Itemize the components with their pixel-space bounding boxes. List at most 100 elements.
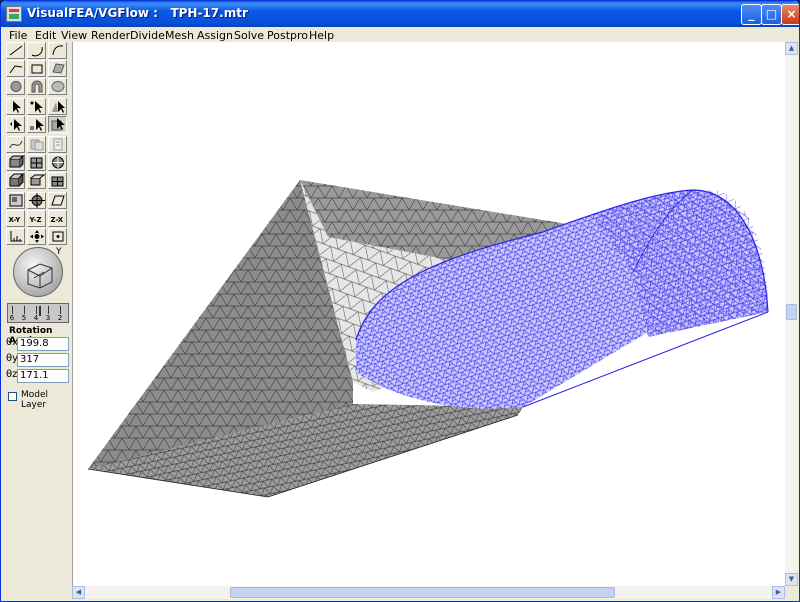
view-yz-button[interactable]: Y-Z	[27, 210, 46, 227]
vertical-scroll-thumb[interactable]	[786, 304, 797, 320]
model-layer-checkbox[interactable]	[8, 392, 17, 401]
perspective-icon	[51, 195, 65, 206]
view-yz-icon: Y-Z	[29, 216, 42, 224]
axis-y-label: Y	[56, 247, 62, 257]
menu-file[interactable]: File	[9, 29, 27, 42]
minimize-button[interactable]: _	[741, 4, 762, 25]
select-node-button[interactable]	[27, 98, 46, 115]
maximize-button[interactable]: □	[761, 4, 782, 25]
title-bar[interactable]: VisualFEA/VGFlow : TPH-17.mtr _ □ ×	[1, 1, 799, 27]
scroll-left-button[interactable]: ◀	[72, 586, 85, 599]
scroll-right-button[interactable]: ▶	[772, 586, 785, 599]
pan-button[interactable]	[27, 228, 46, 245]
mesh-block-icon	[9, 155, 24, 168]
document-button[interactable]	[48, 136, 67, 153]
pick-mesh-icon	[51, 118, 65, 131]
copy-geometry-button[interactable]	[27, 136, 46, 153]
scroll-down-button[interactable]: ▼	[785, 573, 798, 586]
extrude-button[interactable]	[6, 172, 25, 189]
arch-tool-button[interactable]	[27, 78, 46, 95]
angle-y-row: θy 317	[6, 353, 70, 367]
app-icon[interactable]	[6, 6, 22, 22]
slider-tick	[36, 306, 37, 314]
view-xy-button[interactable]: X-Y	[6, 210, 25, 227]
spline-icon	[9, 140, 23, 149]
scroll-up-button[interactable]: ▲	[785, 42, 798, 55]
zoom-fit-icon	[29, 193, 45, 208]
circle-tool-button[interactable]	[6, 78, 25, 95]
theta-x-input[interactable]: 199.8	[17, 337, 69, 351]
view-zx-button[interactable]: Z-X	[48, 210, 67, 227]
rectangle-tool-button[interactable]	[27, 60, 46, 77]
center-button[interactable]	[48, 228, 67, 245]
slider-tick	[60, 306, 61, 314]
horizontal-scroll-thumb[interactable]	[230, 587, 615, 598]
surface-tool-button[interactable]	[48, 60, 67, 77]
polyline-icon	[9, 65, 23, 74]
copy-icon	[30, 139, 44, 151]
mesh-grid-button[interactable]	[27, 154, 46, 171]
theta-y-input[interactable]: 317	[17, 353, 69, 367]
perspective-button[interactable]	[48, 192, 67, 209]
theta-z-input[interactable]: 171.1	[17, 369, 69, 383]
window-title: VisualFEA/VGFlow : TPH-17.mtr	[27, 6, 248, 20]
arch-icon	[31, 80, 43, 93]
select-arrow-icon	[13, 101, 21, 113]
rectangle-icon	[31, 64, 43, 74]
rotation-slider[interactable]: 6 5 4 3 2	[7, 303, 69, 323]
axes-button[interactable]	[6, 228, 25, 245]
zoom-window-icon	[9, 194, 23, 207]
slider-tick-label: 3	[45, 314, 51, 322]
scroll-corner	[785, 586, 798, 599]
tool-panel: X-Y Y-Z Z-X Y 6 5 4 3 2 Rotation θx 199.…	[4, 42, 71, 600]
sweep-button[interactable]	[27, 172, 46, 189]
line-icon	[9, 45, 23, 56]
select-region-button[interactable]	[48, 98, 67, 115]
move-select-button[interactable]	[6, 116, 25, 133]
model-viewport[interactable]	[72, 42, 785, 586]
document-icon	[53, 138, 63, 151]
vertical-scrollbar[interactable]: ▲ ▼	[785, 42, 798, 586]
mesh-grid-icon	[30, 157, 43, 169]
mesh-refine-button[interactable]	[48, 154, 67, 171]
sphere-tool-button[interactable]	[48, 78, 67, 95]
curve-icon	[52, 45, 64, 56]
mesh-block-button[interactable]	[6, 154, 25, 171]
slider-tick	[24, 306, 25, 314]
pan-icon	[30, 230, 44, 243]
select-button[interactable]	[6, 98, 25, 115]
svg-text:Y-Z: Y-Z	[29, 216, 42, 224]
menu-mesh[interactable]: Mesh	[165, 29, 194, 42]
menu-help[interactable]: Help	[309, 29, 334, 42]
move-arrow-icon	[10, 119, 22, 131]
pick-mesh-button[interactable]	[48, 116, 67, 133]
menu-divide[interactable]: Divide	[130, 29, 165, 42]
svg-text:X-Y: X-Y	[9, 216, 22, 224]
surface-icon	[52, 63, 65, 74]
horizontal-scrollbar[interactable]: ◀ ▶	[72, 586, 785, 599]
menu-solve[interactable]: Solve	[234, 29, 264, 42]
line-tool-button[interactable]	[6, 42, 25, 59]
arc-icon	[31, 46, 43, 57]
menu-edit[interactable]: Edit	[35, 29, 56, 42]
menu-assign[interactable]: Assign	[197, 29, 233, 42]
slider-tick-label: 6	[9, 314, 15, 322]
menu-postpro[interactable]: Postpro	[267, 29, 308, 42]
extrude-icon	[9, 173, 24, 187]
arc-tool-button[interactable]	[27, 42, 46, 59]
pick-arrow-icon	[30, 119, 44, 131]
revolve-icon	[51, 176, 64, 187]
revolve-button[interactable]	[48, 172, 67, 189]
menu-view[interactable]: View	[61, 29, 87, 42]
spline-button[interactable]	[6, 136, 25, 153]
polyline-tool-button[interactable]	[6, 60, 25, 77]
close-button[interactable]: ×	[781, 4, 799, 25]
mesh-render	[87, 180, 769, 498]
curve-tool-button[interactable]	[48, 42, 67, 59]
svg-text:Z-X: Z-X	[51, 216, 64, 224]
slider-tick-label: 2	[57, 314, 63, 322]
zoom-fit-button[interactable]	[27, 192, 46, 209]
menu-render[interactable]: Render	[91, 29, 130, 42]
zoom-window-button[interactable]	[6, 192, 25, 209]
pick-button[interactable]	[27, 116, 46, 133]
